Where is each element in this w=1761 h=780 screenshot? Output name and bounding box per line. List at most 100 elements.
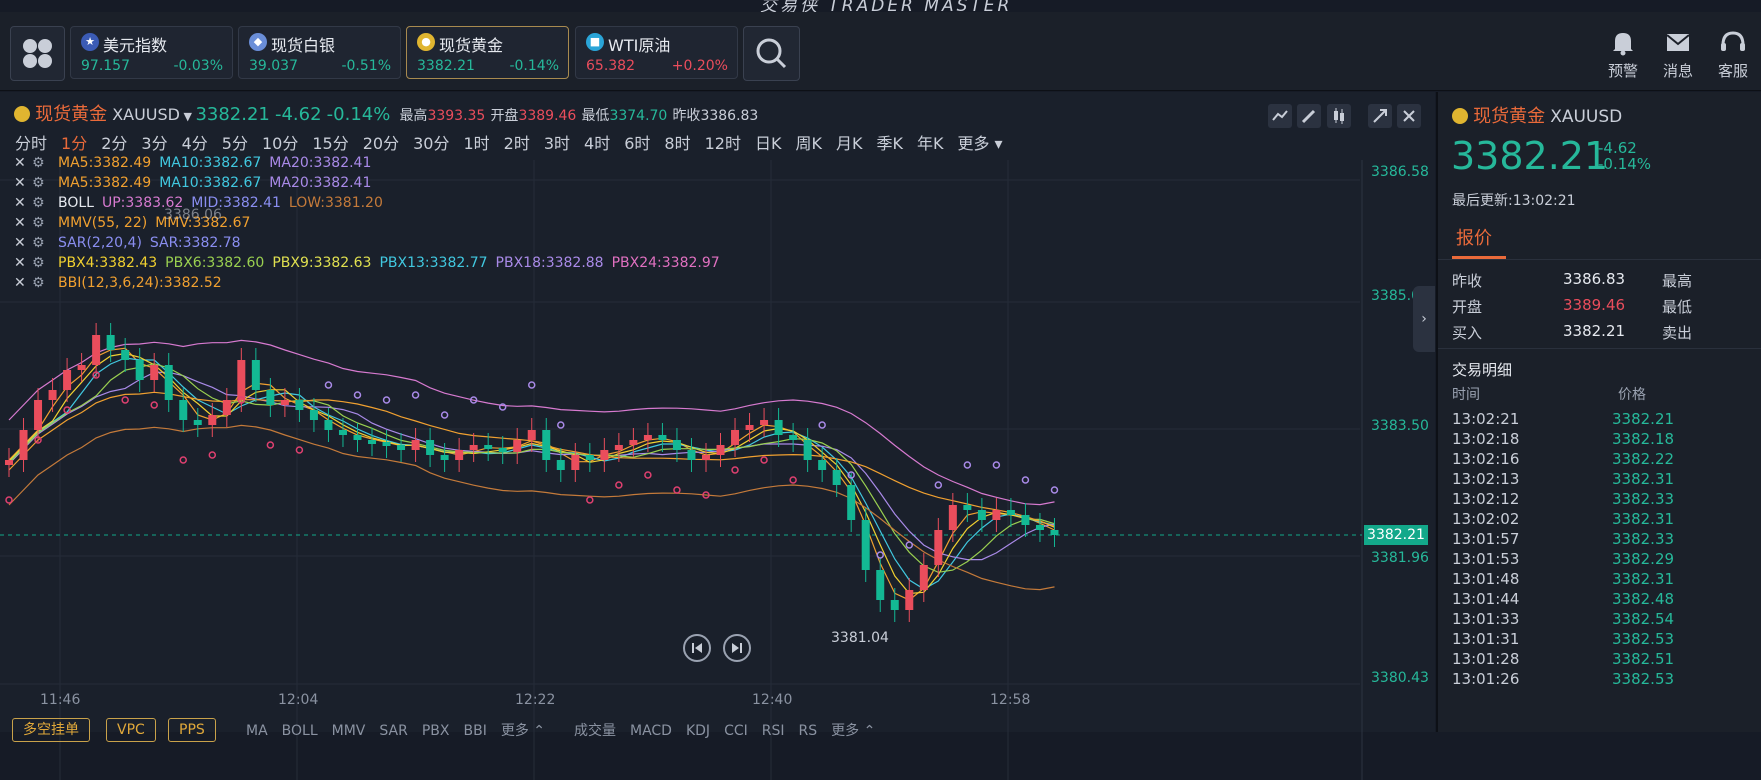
timeframe-15[interactable]: 8时 (664, 134, 690, 153)
trade-row: 13:01:44 3382.48 (1452, 590, 1674, 608)
close-icon[interactable]: ✕ (14, 235, 32, 251)
timeframe-10[interactable]: 1时 (463, 134, 489, 153)
gear-icon[interactable]: ⚙ (32, 155, 58, 171)
main-indicator-tab[interactable]: MA (246, 723, 268, 739)
timeframe-9[interactable]: 30分 (413, 134, 449, 153)
sub-indicator-tab[interactable]: KDJ (686, 723, 710, 739)
gold-icon (1452, 108, 1468, 124)
trade-row: 13:02:18 3382.18 (1452, 430, 1674, 448)
candlestick-icon (1334, 108, 1344, 124)
next-button[interactable] (723, 634, 751, 662)
main-indicator-tab[interactable]: BBI (463, 723, 486, 739)
sub-indicator-tab[interactable]: 成交量 (574, 723, 616, 739)
gear-icon[interactable]: ⚙ (32, 235, 58, 251)
close-icon[interactable]: ✕ (14, 155, 32, 171)
alert-button[interactable]: 预警 (1595, 30, 1651, 80)
timeframe-16[interactable]: 12时 (705, 134, 741, 153)
timeframe-4[interactable]: 4分 (182, 134, 208, 153)
close-icon[interactable]: ✕ (14, 215, 32, 231)
message-button[interactable]: 消息 (1650, 30, 1706, 80)
gold-icon: ● (417, 33, 435, 51)
y-axis-label: 3381.96 (1371, 550, 1429, 566)
timeframe-19[interactable]: 月K (836, 134, 863, 153)
apps-menu-button[interactable] (10, 26, 65, 81)
main-indicator-tab[interactable]: SAR (379, 723, 407, 739)
trade-price: 3382.31 (1612, 510, 1675, 528)
main-indicator-tab[interactable]: 更多 ⌃ (501, 723, 545, 739)
timeframe-1[interactable]: 1分 (61, 134, 87, 153)
trade-time: 13:02:21 (1452, 410, 1520, 428)
timeframe-14[interactable]: 6时 (624, 134, 650, 153)
main-indicator-tab[interactable]: MMV (332, 723, 366, 739)
x-axis-label: 12:04 (278, 692, 319, 708)
close-chart-button[interactable] (1397, 104, 1421, 128)
line-tool-button[interactable] (1268, 104, 1292, 128)
timeframe-2[interactable]: 2分 (101, 134, 127, 153)
timeframe-18[interactable]: 周K (795, 134, 822, 153)
sub-indicator-tab[interactable]: MACD (630, 723, 672, 739)
indicator-row: ✕ ⚙ MA5:3382.49 MA10:3382.67 MA20:3382.41 (14, 175, 379, 195)
quote-value: 3386.83 (1563, 270, 1626, 288)
expand-button[interactable] (1368, 104, 1392, 128)
timeframe-22[interactable]: 更多 ▾ (957, 134, 1002, 153)
sub-indicator-tab[interactable]: 更多 ⌃ (831, 723, 875, 739)
trade-price: 3382.18 (1612, 430, 1675, 448)
search-button[interactable] (743, 26, 800, 81)
divider (1438, 259, 1761, 260)
ticker-price: 97.157 (81, 58, 130, 74)
sub-indicator-tab[interactable]: RS (799, 723, 818, 739)
ticker-wti-oil[interactable]: ■ WTI原油 65.382 +0.20% (575, 26, 738, 79)
timeframe-17[interactable]: 日K (755, 134, 782, 153)
chevron-down-icon[interactable]: ▼ (180, 110, 195, 123)
timeframe-7[interactable]: 15分 (312, 134, 348, 153)
panel-collapse-handle[interactable]: › (1413, 286, 1435, 352)
gear-icon[interactable]: ⚙ (32, 175, 58, 191)
close-icon[interactable]: ✕ (14, 195, 32, 211)
close-icon[interactable]: ✕ (14, 275, 32, 291)
close-icon[interactable]: ✕ (14, 255, 32, 271)
y-axis-label: 3386.58 (1371, 164, 1429, 180)
timeframe-13[interactable]: 4时 (584, 134, 610, 153)
pps-button[interactable]: PPS (168, 718, 216, 742)
timeframe-20[interactable]: 季K (876, 134, 903, 153)
pencil-icon (1301, 109, 1316, 124)
timeframe-6[interactable]: 10分 (262, 134, 298, 153)
timeframe-8[interactable]: 20分 (363, 134, 399, 153)
trade-time: 13:02:16 (1452, 450, 1520, 468)
gear-icon[interactable]: ⚙ (32, 255, 58, 271)
timeframe-21[interactable]: 年K (917, 134, 944, 153)
timeframe-5[interactable]: 5分 (222, 134, 248, 153)
main-indicator-tab[interactable]: BOLL (282, 723, 318, 739)
tab-quote[interactable]: 报价 (1456, 224, 1492, 250)
sub-indicator-tab[interactable]: CCI (724, 723, 748, 739)
candle-style-button[interactable] (1327, 104, 1351, 128)
instrument-symbol[interactable]: XAUUSD (112, 105, 180, 124)
main-indicator-tab[interactable]: PBX (422, 723, 450, 739)
quote-value: 3382.21 (1563, 322, 1626, 340)
gear-icon[interactable]: ⚙ (32, 275, 58, 291)
prev-button[interactable] (683, 634, 711, 662)
price-change: -4.62 (274, 104, 322, 125)
timeframe-11[interactable]: 2时 (504, 134, 530, 153)
sub-indicator-tab[interactable]: RSI (762, 723, 785, 739)
quote-panel: 现货黄金 XAUUSD 3382.21 -4.62 -0.14% 最后更新:13… (1436, 92, 1761, 732)
service-button[interactable]: 客服 (1705, 30, 1761, 80)
prev-close-value: 3386.83 (700, 108, 759, 124)
long-short-orders-button[interactable]: 多空挂单 (12, 718, 90, 742)
mail-icon (1666, 34, 1690, 51)
gear-icon[interactable]: ⚙ (32, 215, 58, 231)
quote-price: 3382.21 (1451, 134, 1609, 178)
vpc-button[interactable]: VPC (106, 718, 156, 742)
gear-icon[interactable]: ⚙ (32, 195, 58, 211)
trade-price: 3382.33 (1612, 530, 1675, 548)
ticker-silver[interactable]: ◆ 现货白银 39.037 -0.51% (238, 26, 401, 79)
timeframe-12[interactable]: 3时 (544, 134, 570, 153)
timeframe-0[interactable]: 分时 (15, 134, 47, 153)
trade-time: 13:01:31 (1452, 630, 1520, 648)
close-icon[interactable]: ✕ (14, 175, 32, 191)
timeframe-3[interactable]: 3分 (141, 134, 167, 153)
draw-tool-button[interactable] (1297, 104, 1321, 128)
oil-icon: ■ (586, 33, 604, 51)
ticker-usd-index[interactable]: ★ 美元指数 97.157 -0.03% (70, 26, 233, 79)
ticker-gold[interactable]: ● 现货黄金 3382.21 -0.14% (406, 26, 569, 79)
